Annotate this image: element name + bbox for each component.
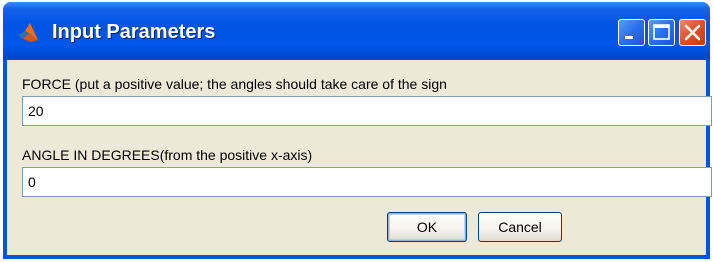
force-label: FORCE (put a positive value; the angles … [22, 76, 447, 92]
angle-label: ANGLE IN DEGREES(from the positive x-axi… [22, 147, 313, 163]
close-button[interactable] [679, 19, 706, 46]
input-parameters-dialog: Input Parameters FORCE (put a positive v… [3, 2, 712, 259]
cancel-button[interactable]: Cancel [478, 212, 562, 242]
maximize-button[interactable] [648, 19, 675, 46]
ok-button[interactable]: OK [387, 212, 467, 242]
dialog-body: FORCE (put a positive value; the angles … [7, 60, 712, 255]
minimize-button[interactable] [618, 19, 645, 46]
angle-input[interactable] [22, 167, 712, 197]
matlab-logo-icon [17, 21, 39, 43]
force-input[interactable] [22, 96, 712, 126]
window-title: Input Parameters [52, 21, 216, 43]
title-bar[interactable]: Input Parameters [3, 2, 710, 60]
